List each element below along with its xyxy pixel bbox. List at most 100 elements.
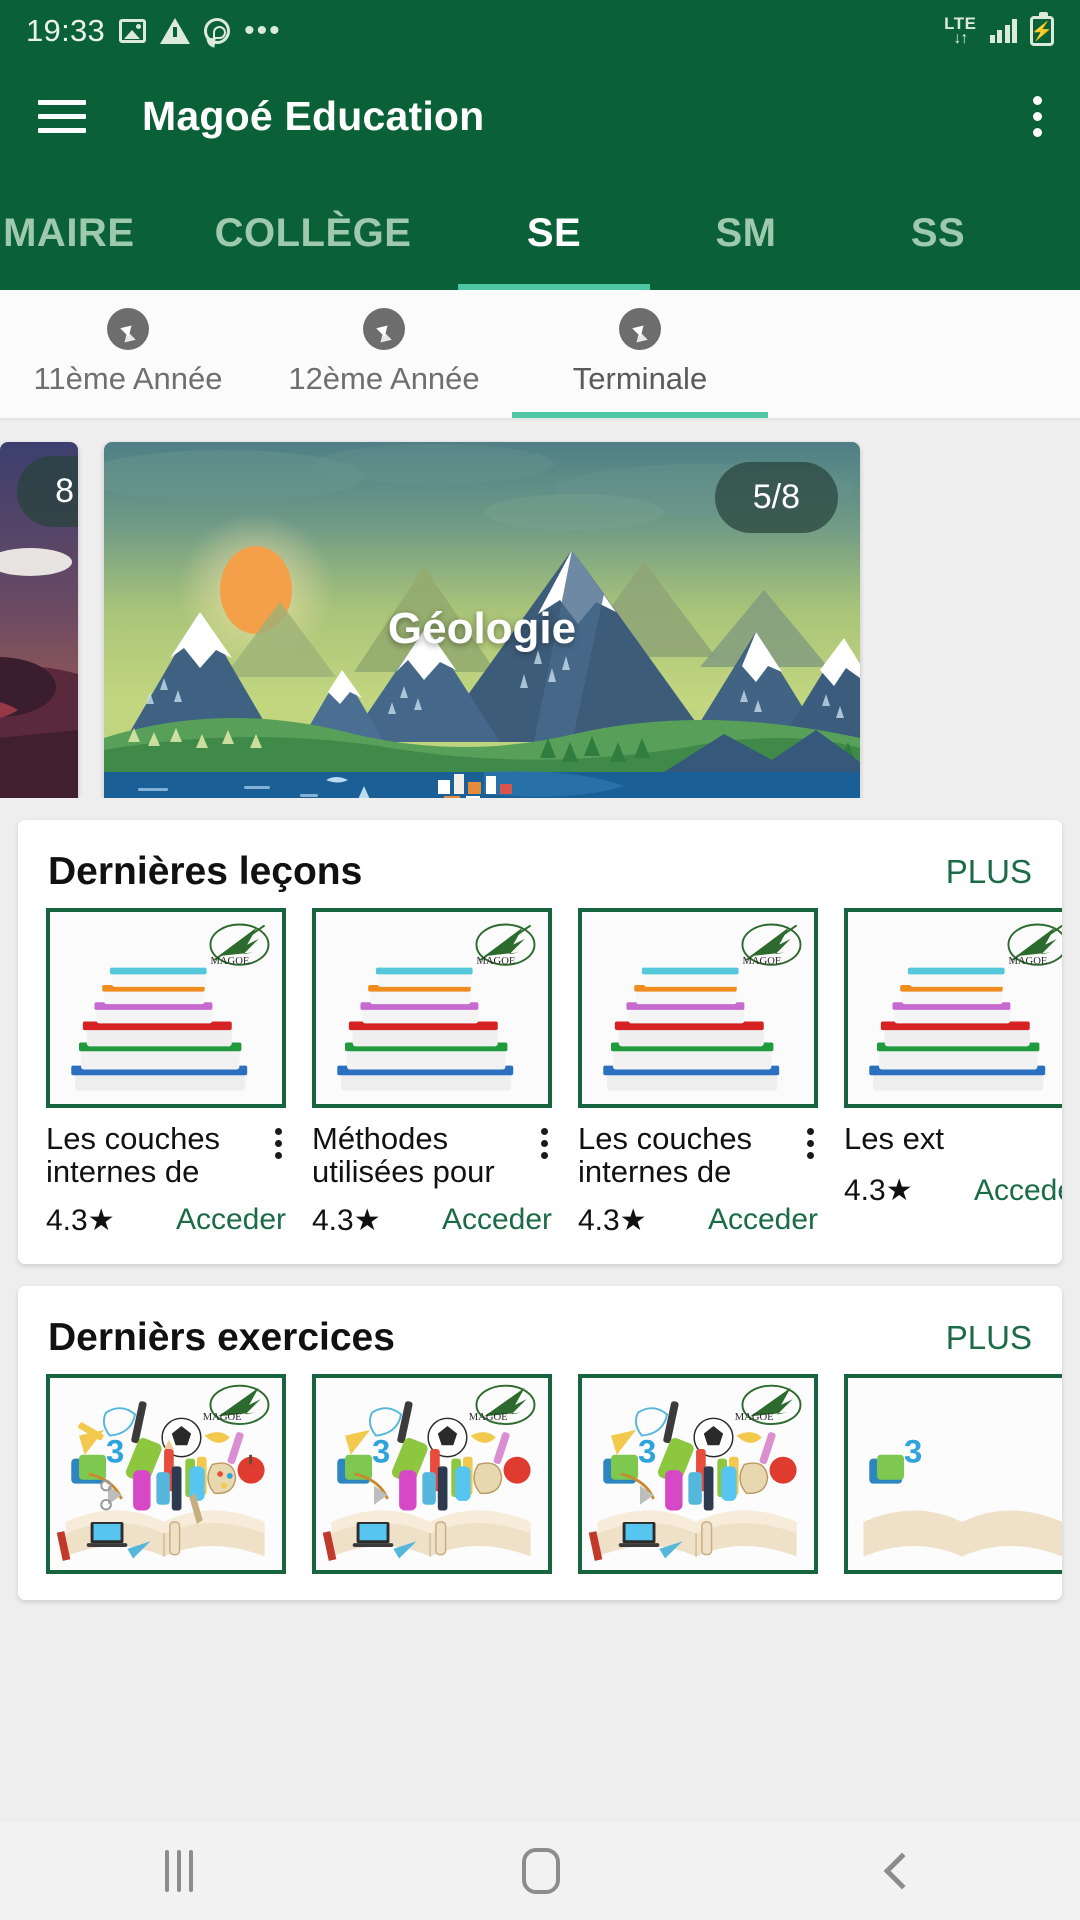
- home-icon[interactable]: [521, 1848, 560, 1894]
- carousel-card-title: Géologie: [387, 604, 577, 653]
- section-more-button[interactable]: PLUS: [946, 853, 1032, 891]
- svg-text:MAGOE: MAGOE: [203, 1412, 242, 1423]
- sub-tab-label: 12ème Année: [288, 361, 480, 396]
- lesson-meta: 4.3★ Acceder: [312, 1203, 552, 1238]
- more-notifications-icon: •••: [244, 14, 282, 47]
- item-overflow-icon[interactable]: [799, 1122, 818, 1159]
- svg-text:MAGOE: MAGOE: [1008, 956, 1047, 967]
- compass-icon: [619, 308, 661, 350]
- access-button[interactable]: Acceder: [442, 1203, 552, 1237]
- lesson-thumbnail[interactable]: MAGOE: [46, 908, 286, 1108]
- page-title: Magoé Education: [142, 92, 485, 139]
- lesson-title: Méthodes utilisées pour: [312, 1121, 495, 1190]
- section-title: Dernières leçons: [48, 850, 363, 893]
- exercise-thumbnail[interactable]: MAGOE 3: [312, 1373, 552, 1574]
- data-arrows-icon: ↓↑: [953, 30, 968, 47]
- lesson-title-row: Les ext: [844, 1122, 1062, 1159]
- sidebar-item-12eme-annee[interactable]: 12ème Année: [256, 290, 512, 418]
- lesson-thumbnail[interactable]: MAGOE: [312, 908, 552, 1108]
- list-item[interactable]: MAGOE: [844, 908, 1062, 1238]
- tab-ss[interactable]: SS: [842, 211, 1034, 290]
- status-bar-left: 19:33 •••: [26, 13, 282, 49]
- section-title: Dernièrs exercices: [48, 1315, 395, 1359]
- tab-label: SS: [910, 211, 966, 255]
- list-item[interactable]: MAGOE 3: [578, 1373, 818, 1574]
- android-navigation-bar[interactable]: [0, 1822, 1080, 1920]
- svg-text:MAGOE: MAGOE: [469, 1412, 508, 1423]
- back-icon[interactable]: [883, 1852, 921, 1890]
- list-item[interactable]: MAGOE: [312, 908, 552, 1238]
- exercises-list[interactable]: MAGOE 3 MAGOE 3 MAGOE 3 3: [18, 1373, 1062, 1600]
- exercise-thumbnail[interactable]: MAGOE 3: [46, 1373, 286, 1574]
- section-dernieres-lecons: Dernières leçons PLUS MAGOE Les couches …: [18, 820, 1062, 1264]
- tab-label: SE: [526, 211, 582, 255]
- access-button[interactable]: Acceder: [708, 1203, 818, 1237]
- carousel-card-current[interactable]: 5/8 Géologie: [104, 442, 860, 798]
- list-item[interactable]: MAGOE 3: [312, 1373, 552, 1574]
- open-book-supplies-image: MAGOE 3: [582, 1377, 814, 1570]
- section-derniers-exercices: Dernièrs exercices PLUS MAGOE 3 MAGOE 3 …: [18, 1285, 1062, 1600]
- section-header: Dernières leçons PLUS: [18, 820, 1062, 908]
- list-item[interactable]: MAGOE 3: [46, 1373, 286, 1574]
- battery-charging-icon: ⚡: [1030, 12, 1054, 46]
- lessons-list[interactable]: MAGOE Les couches internes de 4.3★ Acced…: [18, 908, 1062, 1264]
- carousel-counter-badge: 8: [17, 456, 78, 527]
- top-tab-bar[interactable]: IMAIRE COLLÈGE SE SM SS: [0, 170, 1080, 290]
- lesson-thumbnail[interactable]: MAGOE: [578, 908, 818, 1108]
- carousel-card-previous[interactable]: 8: [0, 442, 78, 798]
- svg-text:MAGOE: MAGOE: [210, 956, 249, 967]
- open-book-supplies-image: MAGOE 3: [316, 1377, 548, 1570]
- lesson-thumbnail[interactable]: MAGOE: [844, 908, 1062, 1108]
- overflow-menu-icon[interactable]: [1033, 95, 1042, 137]
- books-stack-image: MAGOE: [582, 912, 814, 1104]
- svg-text:MAGOE: MAGOE: [735, 1412, 774, 1423]
- featured-carousel[interactable]: 8 5/8 Géologie: [0, 418, 1080, 798]
- status-bar: 19:33 ••• LTE ↓↑ ⚡: [0, 0, 1080, 62]
- tab-primaire[interactable]: IMAIRE: [0, 211, 168, 290]
- lesson-title-row: Méthodes utilisées pour: [312, 1122, 552, 1189]
- item-overflow-icon[interactable]: [533, 1122, 552, 1159]
- whatsapp-icon: [204, 18, 231, 44]
- access-button[interactable]: Acceder: [974, 1174, 1062, 1208]
- tab-label: SM: [715, 211, 777, 255]
- lesson-title-row: Les couches internes de: [46, 1122, 286, 1189]
- tab-label: COLLÈGE: [214, 211, 412, 255]
- compass-icon: [107, 308, 149, 350]
- status-time: 19:33: [26, 13, 106, 48]
- recents-icon[interactable]: [164, 1850, 193, 1892]
- lte-data-icon: LTE ↓↑: [944, 15, 976, 47]
- lesson-title: Les couches internes de: [46, 1121, 221, 1190]
- svg-text:3: 3: [106, 1433, 124, 1470]
- svg-text:3: 3: [372, 1433, 390, 1470]
- lesson-meta: 4.3★ Acceder: [46, 1203, 286, 1238]
- tab-sm[interactable]: SM: [650, 211, 842, 290]
- lesson-title: Les couches internes de: [578, 1121, 753, 1190]
- sub-tab-bar[interactable]: 11ème Année 12ème Année Terminale: [0, 290, 1080, 418]
- list-item[interactable]: 3: [844, 1373, 1062, 1574]
- books-stack-image: MAGOE: [848, 912, 1062, 1104]
- sidebar-item-terminale[interactable]: Terminale: [512, 290, 768, 418]
- svg-text:MAGOE: MAGOE: [742, 956, 781, 967]
- exercise-thumbnail[interactable]: MAGOE 3: [578, 1373, 818, 1574]
- tab-label: IMAIRE: [0, 211, 135, 255]
- svg-text:3: 3: [904, 1433, 922, 1470]
- sub-tab-label: Terminale: [572, 361, 708, 396]
- access-button[interactable]: Acceder: [176, 1203, 286, 1237]
- list-item[interactable]: MAGOE: [578, 908, 818, 1238]
- item-overflow-icon[interactable]: [267, 1122, 286, 1159]
- list-item[interactable]: MAGOE: [46, 908, 286, 1238]
- hamburger-menu-icon[interactable]: [38, 99, 86, 133]
- section-header: Dernièrs exercices PLUS: [18, 1286, 1062, 1374]
- tab-college[interactable]: COLLÈGE: [168, 211, 458, 290]
- svg-text:MAGOE: MAGOE: [476, 956, 515, 967]
- tab-se[interactable]: SE: [458, 211, 650, 290]
- sidebar-item-11eme-annee[interactable]: 11ème Année: [0, 290, 256, 418]
- svg-text:3: 3: [638, 1433, 656, 1470]
- section-more-button[interactable]: PLUS: [946, 1319, 1032, 1357]
- image-icon: [119, 19, 147, 43]
- lesson-meta: 4.3★ Acceder: [844, 1173, 1062, 1208]
- rating-value: 4.3★: [578, 1203, 647, 1237]
- exercise-thumbnail[interactable]: 3: [844, 1373, 1062, 1574]
- open-book-supplies-image: MAGOE 3: [50, 1377, 282, 1570]
- rating-value: 4.3★: [844, 1174, 913, 1207]
